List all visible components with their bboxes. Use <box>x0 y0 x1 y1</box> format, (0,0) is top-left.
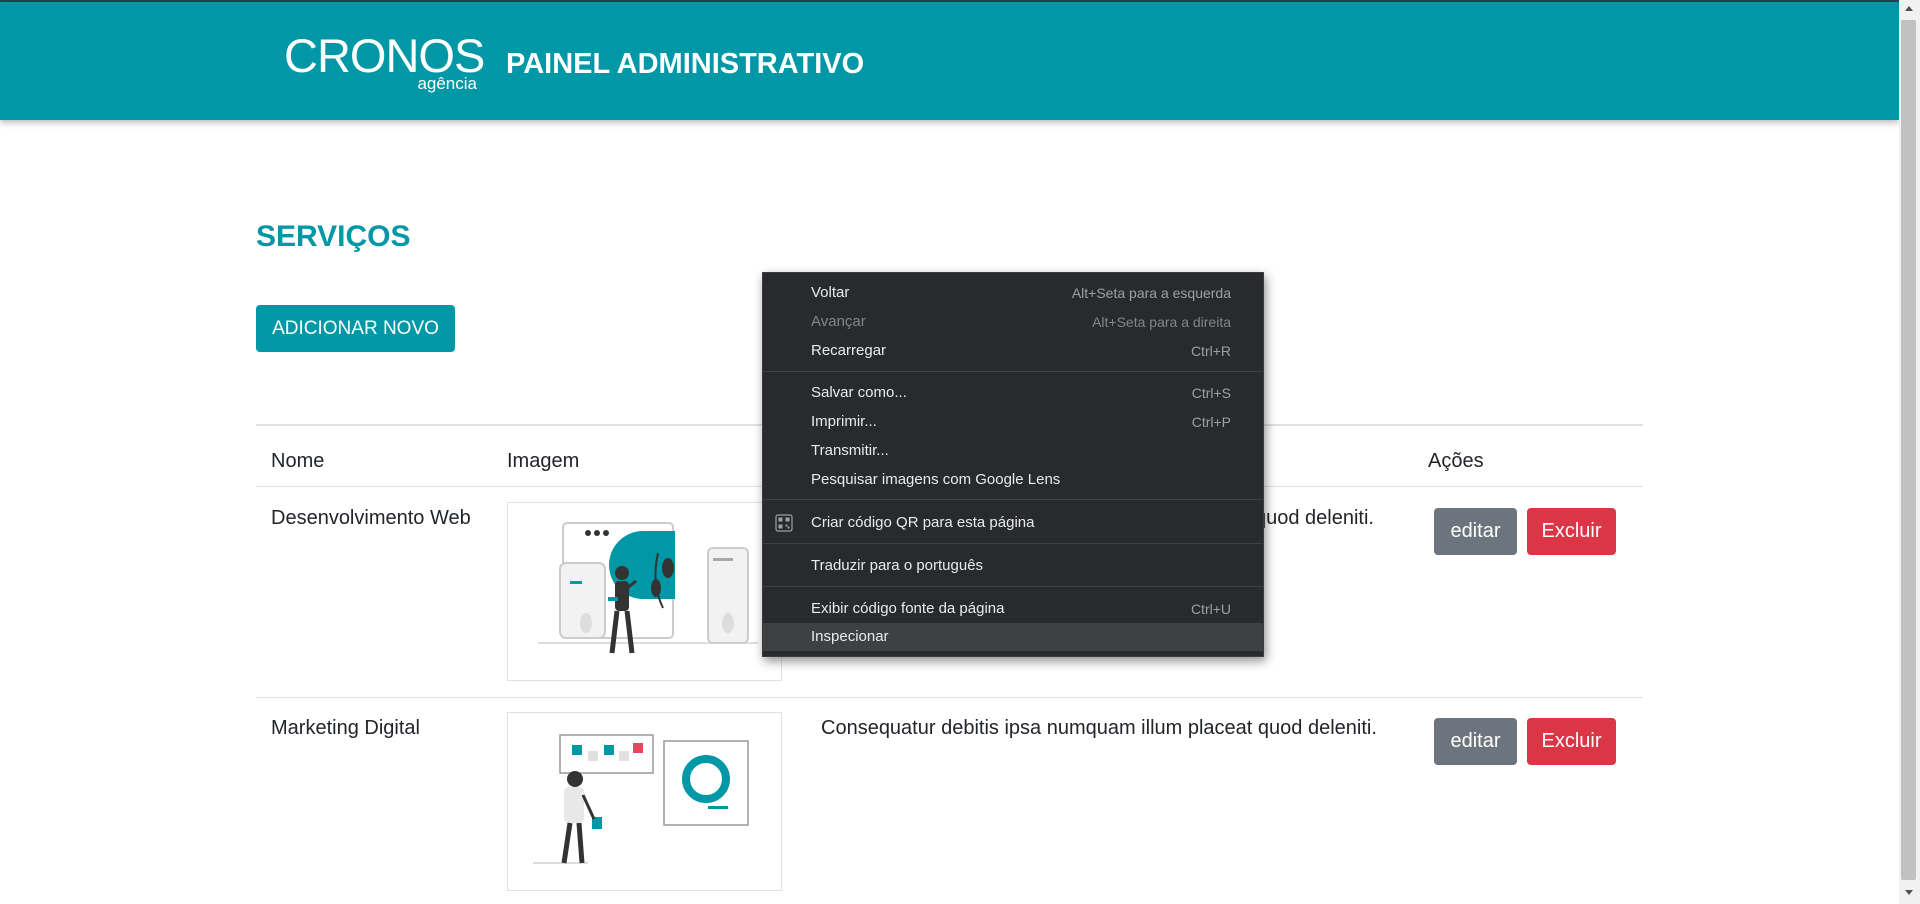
menu-item-back[interactable]: Voltar Alt+Seta para a esquerda <box>763 279 1263 307</box>
menu-item-shortcut: Ctrl+R <box>1190 343 1231 359</box>
menu-item-cast[interactable]: Transmitir... <box>763 437 1263 465</box>
cronos-logo[interactable]: CRONOS agência <box>284 30 485 94</box>
menu-item-label: Criar código QR para esta página <box>811 514 1035 531</box>
row-divider <box>256 697 1643 698</box>
menu-item-translate[interactable]: Traduzir para o português <box>763 552 1263 580</box>
menu-item-shortcut: Alt+Seta para a esquerda <box>1071 285 1231 301</box>
menu-item-google-lens[interactable]: Pesquisar imagens com Google Lens <box>763 466 1263 494</box>
web-development-illustration-icon <box>507 502 782 681</box>
delete-button[interactable]: Excluir <box>1527 508 1616 555</box>
menu-item-reload[interactable]: Recarregar Ctrl+R <box>763 337 1263 365</box>
add-new-button[interactable]: ADICIONAR NOVO <box>256 305 455 352</box>
scroll-thumb[interactable] <box>1901 20 1916 880</box>
page-scrollbar[interactable] <box>1899 0 1920 904</box>
menu-item-inspect[interactable]: Inspecionar <box>763 623 1263 651</box>
menu-separator <box>763 586 1263 587</box>
qr-code-icon <box>775 514 793 532</box>
row-description: quod deleniti. <box>1255 507 1374 529</box>
menu-item-label: Transmitir... <box>811 442 889 459</box>
admin-header: CRONOS agência PAINEL ADMINISTRATIVO <box>0 2 1899 120</box>
row-description: Consequatur debitis ipsa numquam illum p… <box>821 717 1377 739</box>
menu-separator <box>763 371 1263 372</box>
menu-item-print[interactable]: Imprimir... Ctrl+P <box>763 408 1263 436</box>
scroll-up-arrow-icon[interactable] <box>1905 6 1913 11</box>
menu-item-label: Voltar <box>811 284 850 301</box>
edit-button[interactable]: editar <box>1434 718 1517 765</box>
row-name: Desenvolvimento Web <box>271 507 471 529</box>
menu-item-label: Recarregar <box>811 342 887 359</box>
menu-item-label: Avançar <box>811 313 866 330</box>
page-title: SERVIÇOS <box>256 220 411 253</box>
header-title: PAINEL ADMINISTRATIVO <box>506 48 865 80</box>
menu-item-save-as[interactable]: Salvar como... Ctrl+S <box>763 379 1263 407</box>
delete-button[interactable]: Excluir <box>1527 718 1616 765</box>
menu-separator <box>763 543 1263 544</box>
menu-item-shortcut: Ctrl+P <box>1191 414 1231 430</box>
logo-sub-text: agência <box>417 74 477 93</box>
menu-item-label: Exibir código fonte da página <box>811 600 1005 617</box>
menu-item-shortcut: Ctrl+S <box>1191 385 1231 401</box>
row-name: Marketing Digital <box>271 717 420 739</box>
menu-item-shortcut: Ctrl+U <box>1190 601 1231 617</box>
edit-button[interactable]: editar <box>1434 508 1517 555</box>
digital-marketing-illustration-icon <box>507 712 782 891</box>
menu-item-label: Inspecionar <box>811 628 889 645</box>
column-header-name: Nome <box>271 450 325 472</box>
scroll-down-arrow-icon[interactable] <box>1905 890 1913 895</box>
context-menu: Voltar Alt+Seta para a esquerda Avançar … <box>762 272 1264 657</box>
column-header-actions: Ações <box>1428 450 1484 472</box>
menu-item-view-source[interactable]: Exibir código fonte da página Ctrl+U <box>763 595 1263 623</box>
column-header-image: Imagem <box>507 450 580 472</box>
menu-item-label: Traduzir para o português <box>811 557 984 574</box>
menu-separator <box>763 499 1263 500</box>
menu-item-shortcut: Alt+Seta para a direita <box>1092 314 1231 330</box>
menu-item-label: Pesquisar imagens com Google Lens <box>811 471 1061 488</box>
menu-item-label: Imprimir... <box>811 413 877 430</box>
menu-item-label: Salvar como... <box>811 384 907 401</box>
menu-item-forward: Avançar Alt+Seta para a direita <box>763 308 1263 336</box>
menu-item-qr-code[interactable]: Criar código QR para esta página <box>763 509 1263 537</box>
